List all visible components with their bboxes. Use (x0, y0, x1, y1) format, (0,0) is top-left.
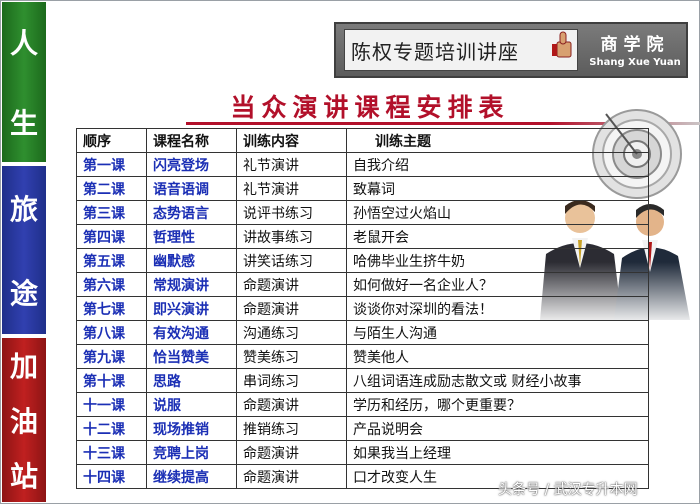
course-name: 哲理性 (146, 224, 237, 249)
table-row: 第九课 恰当赞美 赞美练习 赞美他人 (76, 344, 649, 369)
training-content: 推销练习 (236, 416, 347, 441)
training-content: 讲故事练习 (236, 224, 347, 249)
banner-char: 生 (9, 107, 38, 140)
banner-char: 途 (9, 277, 38, 310)
thumbs-up-logo-icon (552, 31, 572, 58)
training-topic: 谈谈你对深圳的看法！ (346, 296, 649, 321)
table-row: 第二课 语音语调 礼节演讲 致幕词 (76, 176, 649, 201)
banner-char: 旅 (9, 193, 38, 226)
training-topic: 致幕词 (346, 176, 649, 201)
training-content: 礼节演讲 (236, 176, 347, 201)
training-topic: 产品说明会 (346, 416, 649, 441)
training-content: 沟通练习 (236, 320, 347, 345)
table-row: 十二课 现场推销 推销练习 产品说明会 (76, 416, 649, 441)
course-name: 竞聘上岗 (146, 440, 237, 465)
banner-char: 站 (9, 459, 38, 493)
training-content: 命题演讲 (236, 296, 347, 321)
training-topic: 与陌生人沟通 (346, 320, 649, 345)
table-row: 第十课 思路 串词练习 八组词语连成励志散文或 财经小故事 (76, 368, 649, 393)
course-name: 思路 (146, 368, 237, 393)
banner-char: 人 (9, 27, 38, 60)
banner-char: 油 (9, 404, 38, 438)
header-training-topic: 训练主题 (346, 128, 649, 153)
table-row: 第四课 哲理性 讲故事练习 老鼠开会 (76, 224, 649, 249)
training-content: 命题演讲 (236, 440, 347, 465)
brand-block: 商学院 Shang Xue Yuan (584, 30, 686, 68)
course-name: 语音语调 (146, 176, 237, 201)
lesson-number: 第四课 (76, 224, 147, 249)
brand-name: 商学院 (600, 35, 670, 55)
table-row: 第七课 即兴演讲 命题演讲 谈谈你对深圳的看法！ (76, 296, 649, 321)
table-row: 第三课 态势语言 说评书练习 孙悟空过火焰山 (76, 200, 649, 225)
training-content: 命题演讲 (236, 464, 347, 489)
watermark: 头条号 / 武汉专升本网 (498, 482, 638, 498)
training-content: 说评书练习 (236, 200, 347, 225)
sidebar-banner-journey: 旅 途 (2, 166, 46, 334)
course-name: 常规演讲 (146, 272, 237, 297)
course-name: 有效沟通 (146, 320, 237, 345)
training-content: 赞美练习 (236, 344, 347, 369)
table-row: 第八课 有效沟通 沟通练习 与陌生人沟通 (76, 320, 649, 345)
table-row: 十一课 说服 命题演讲 学历和经历，哪个更重要？ (76, 392, 649, 417)
table-row: 第五课 幽默感 讲笑话练习 哈佛毕业生挤牛奶 (76, 248, 649, 273)
lesson-number: 第五课 (76, 248, 147, 273)
training-topic: 八组词语连成励志散文或 财经小故事 (346, 368, 649, 393)
lesson-number: 第三课 (76, 200, 147, 225)
course-name: 即兴演讲 (146, 296, 237, 321)
training-content: 礼节演讲 (236, 152, 347, 177)
course-name: 态势语言 (146, 200, 237, 225)
training-topic: 如果我当上经理 (346, 440, 649, 465)
series-header: 陈权专题培训讲座 商学院 Shang Xue Yuan (334, 22, 688, 78)
header-training-content: 训练内容 (236, 128, 347, 153)
brand-pinyin: Shang Xue Yuan (589, 57, 681, 68)
lesson-number: 第九课 (76, 344, 147, 369)
header-course-name: 课程名称 (146, 128, 237, 153)
lesson-number: 十三课 (76, 440, 147, 465)
sidebar-banner-life: 人 生 (2, 2, 46, 162)
page-title: 当众演讲课程安排表 (230, 93, 510, 122)
table-row: 十三课 竞聘上岗 命题演讲 如果我当上经理 (76, 440, 649, 465)
training-topic: 如何做好一名企业人？ (346, 272, 649, 297)
training-topic: 孙悟空过火焰山 (346, 200, 649, 225)
training-content: 讲笑话练习 (236, 248, 347, 273)
training-topic: 哈佛毕业生挤牛奶 (346, 248, 649, 273)
course-name: 闪亮登场 (146, 152, 237, 177)
training-content: 命题演讲 (236, 392, 347, 417)
training-content: 命题演讲 (236, 272, 347, 297)
course-schedule-table: 顺序 课程名称 训练内容 训练主题 第一课 闪亮登场 礼节演讲 自我介绍 第二课 语音语调… (76, 128, 649, 489)
table-row: 第一课 闪亮登场 礼节演讲 自我介绍 (76, 152, 649, 177)
header-order: 顺序 (76, 128, 147, 153)
lesson-number: 十一课 (76, 392, 147, 417)
course-name: 说服 (146, 392, 237, 417)
table-row: 第六课 常规演讲 命题演讲 如何做好一名企业人？ (76, 272, 649, 297)
training-topic: 赞美他人 (346, 344, 649, 369)
lesson-number: 第七课 (76, 296, 147, 321)
series-title: 陈权专题培训讲座 (344, 29, 578, 71)
course-name: 恰当赞美 (146, 344, 237, 369)
training-topic: 学历和经历，哪个更重要？ (346, 392, 649, 417)
lesson-number: 十二课 (76, 416, 147, 441)
lesson-number: 第六课 (76, 272, 147, 297)
sidebar-banner-station: 加 油 站 (2, 338, 46, 502)
training-content: 串词练习 (236, 368, 347, 393)
course-name: 继续提高 (146, 464, 237, 489)
lesson-number: 第一课 (76, 152, 147, 177)
course-name: 幽默感 (146, 248, 237, 273)
table-header-row: 顺序 课程名称 训练内容 训练主题 (76, 128, 649, 153)
lesson-number: 第八课 (76, 320, 147, 345)
training-topic: 老鼠开会 (346, 224, 649, 249)
training-topic: 自我介绍 (346, 152, 649, 177)
lesson-number: 第二课 (76, 176, 147, 201)
banner-char: 加 (9, 350, 38, 384)
lesson-number: 十四课 (76, 464, 147, 489)
lesson-number: 第十课 (76, 368, 147, 393)
course-name: 现场推销 (146, 416, 237, 441)
